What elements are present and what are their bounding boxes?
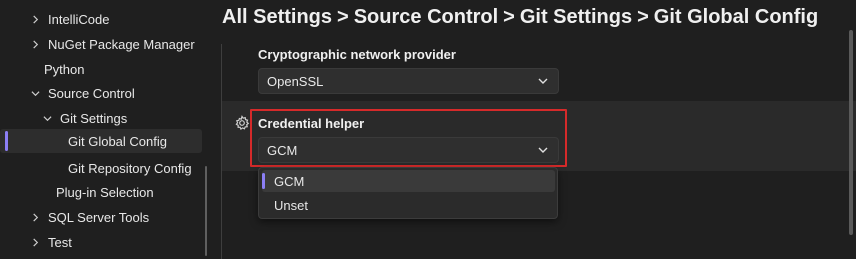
chevron-right-icon[interactable] (28, 14, 42, 24)
tree-item-git-global-config[interactable]: Git Global Config (0, 129, 202, 153)
tree-item-label: Plug-in Selection (56, 184, 154, 200)
option-gcm[interactable]: GCM (262, 170, 555, 192)
credential-helper-options-list: GCM Unset (258, 167, 558, 219)
breadcrumb: All Settings > Source Control > Git Settings… (222, 6, 818, 29)
tree-item-source-control[interactable]: Source Control (28, 81, 230, 105)
tree-item-python[interactable]: Python (44, 57, 246, 81)
chevron-down-icon (538, 78, 548, 84)
breadcrumb-git-settings[interactable]: Git Settings (520, 6, 632, 28)
option-label: Unset (274, 197, 308, 213)
breadcrumb-all-settings[interactable]: All Settings (222, 6, 332, 28)
option-label: GCM (274, 173, 305, 189)
crypto-provider-label: Cryptographic network provider (258, 47, 456, 62)
breadcrumb-source-control[interactable]: Source Control (354, 6, 498, 28)
focus-highlight-outline (250, 109, 567, 167)
option-selected-indicator (262, 173, 265, 189)
selection-indicator (5, 131, 8, 151)
option-unset[interactable]: Unset (262, 194, 555, 216)
content-scrollbar[interactable] (849, 30, 853, 235)
tree-item-label: Test (48, 234, 72, 250)
tree-item-label: NuGet Package Manager (48, 36, 195, 52)
tree-item-label: SQL Server Tools (48, 209, 150, 225)
tree-item-label: Git Global Config (68, 133, 167, 149)
tree-item-label: IntelliCode (48, 11, 110, 27)
tree-item-label: Git Repository Config (68, 160, 192, 176)
settings-tree: IntelliCode NuGet Package Manager Python… (0, 0, 210, 259)
crypto-provider-dropdown[interactable]: OpenSSL (258, 68, 559, 94)
tree-item-label: Source Control (48, 85, 135, 101)
crypto-provider-value: OpenSSL (267, 73, 324, 89)
tree-item-label: Python (44, 61, 85, 77)
breadcrumb-separator: > (503, 6, 515, 28)
gear-icon[interactable] (234, 115, 250, 131)
tree-item-test[interactable]: Test (28, 230, 230, 254)
sidebar-scrollbar[interactable] (205, 166, 207, 256)
breadcrumb-separator: > (637, 6, 649, 28)
tree-item-label: Git Settings (60, 110, 128, 126)
chevron-down-icon[interactable] (40, 114, 54, 123)
chevron-right-icon[interactable] (28, 237, 42, 247)
tree-item-nuget[interactable]: NuGet Package Manager (28, 32, 230, 56)
tree-item-plugin-selection[interactable]: Plug-in Selection (56, 180, 258, 204)
breadcrumb-separator: > (337, 6, 349, 28)
tree-item-sql-server-tools[interactable]: SQL Server Tools (28, 205, 230, 229)
tree-item-git-settings[interactable]: Git Settings (40, 106, 242, 130)
chevron-down-icon[interactable] (28, 89, 42, 98)
tree-item-intellicode[interactable]: IntelliCode (28, 7, 230, 31)
chevron-right-icon[interactable] (28, 39, 42, 49)
breadcrumb-git-global-config: Git Global Config (653, 6, 819, 28)
chevron-right-icon[interactable] (28, 212, 42, 222)
